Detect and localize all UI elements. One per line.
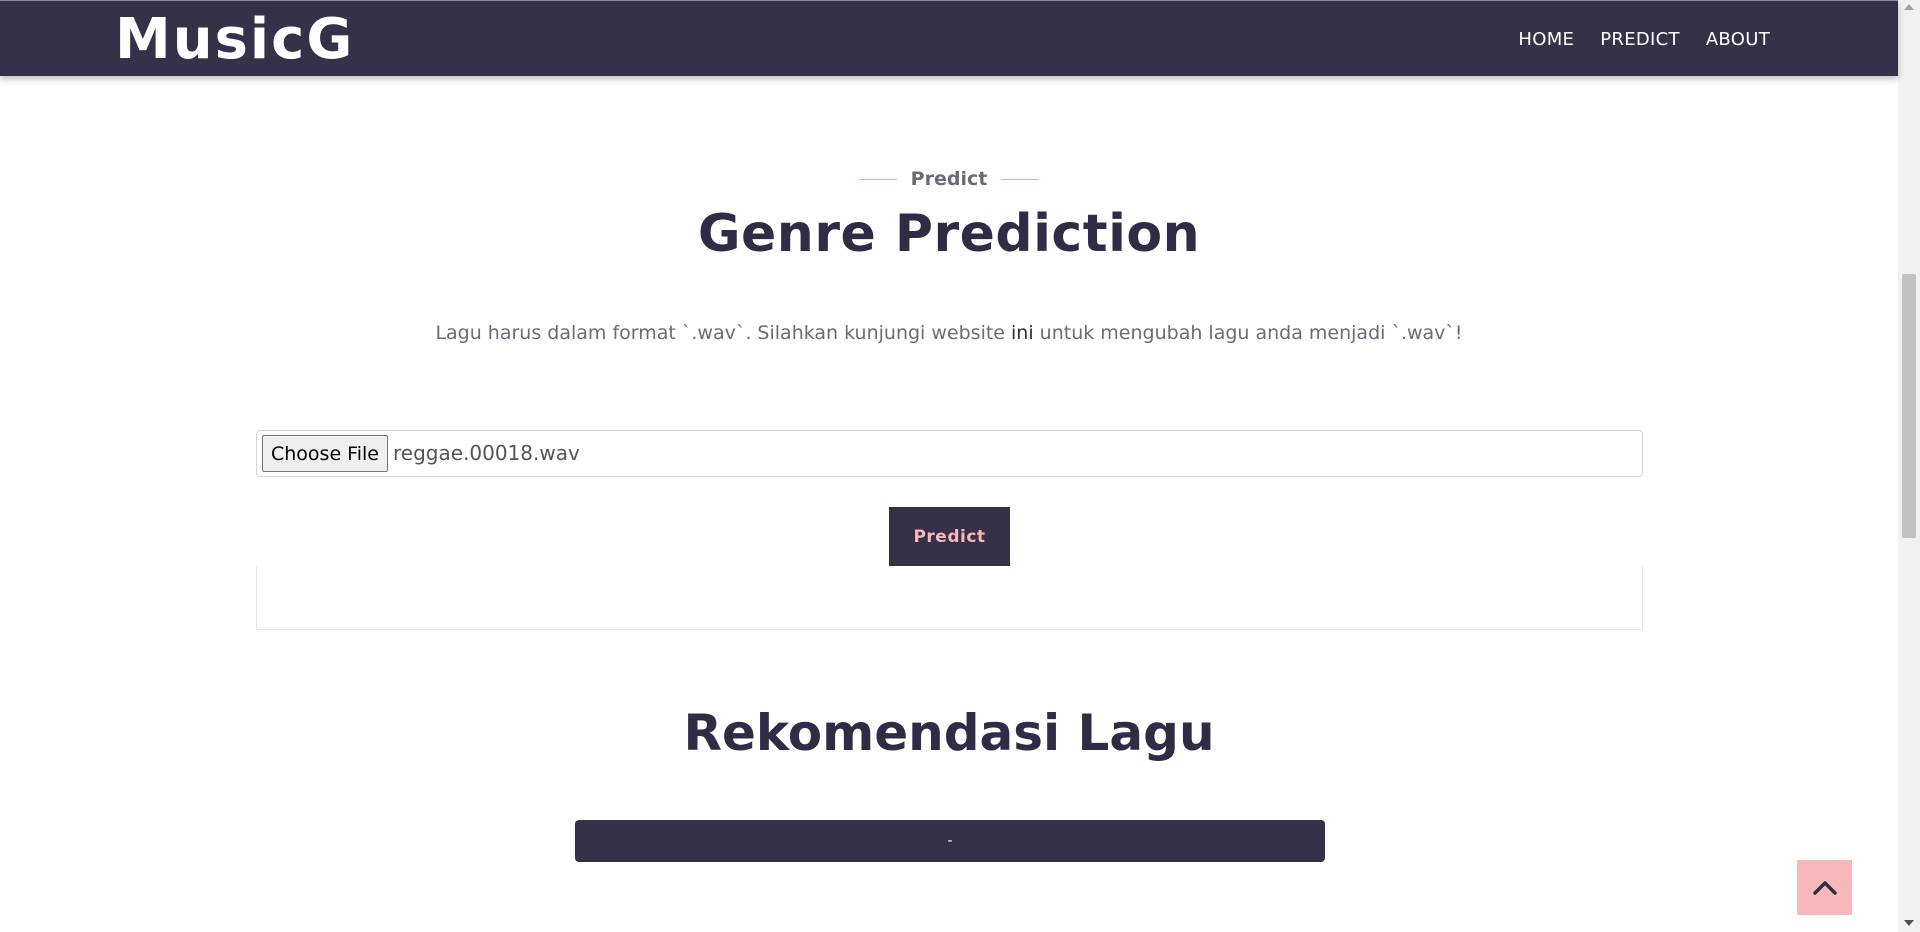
brand-logo[interactable]: MusicG xyxy=(115,7,354,73)
predict-button[interactable]: Predict xyxy=(889,507,1010,566)
nav-about-link[interactable]: ABOUT xyxy=(1706,29,1770,50)
description-text-after: untuk mengubah lagu anda menjadi `.wav`! xyxy=(1033,322,1463,344)
recommendation-item[interactable]: - xyxy=(575,820,1325,862)
selected-file-name: reggae.00018.wav xyxy=(393,441,580,465)
page-scrollbar[interactable] xyxy=(1898,0,1920,932)
scroll-down-arrow-icon[interactable] xyxy=(1904,920,1914,926)
main-nav: HOME PREDICT ABOUT xyxy=(1518,1,1770,77)
section-eyebrow: Predict xyxy=(0,168,1898,190)
top-navbar: MusicG HOME PREDICT ABOUT xyxy=(0,0,1898,76)
scroll-up-arrow-icon[interactable] xyxy=(1904,4,1914,10)
description-text-before: Lagu harus dalam format `.wav`. Silahkan… xyxy=(435,322,1012,344)
chevron-up-icon xyxy=(1812,880,1837,895)
scrollbar-thumb[interactable] xyxy=(1902,274,1916,538)
prediction-result-panel xyxy=(256,566,1643,630)
eyebrow-line-right xyxy=(1001,178,1040,180)
choose-file-button[interactable]: Choose File xyxy=(262,435,388,472)
recommendation-title: Rekomendasi Lagu xyxy=(683,704,1215,762)
nav-predict-link[interactable]: PREDICT xyxy=(1600,29,1680,50)
eyebrow-line-left xyxy=(858,178,897,180)
section-title: Genre Prediction xyxy=(697,204,1201,264)
section-description: Lagu harus dalam format `.wav`. Silahkan… xyxy=(0,322,1898,344)
page: MusicG HOME PREDICT ABOUT Predict Genre … xyxy=(0,0,1920,932)
nav-home-link[interactable]: HOME xyxy=(1518,29,1574,50)
file-upload-field[interactable]: Choose File reggae.00018.wav xyxy=(256,430,1643,477)
eyebrow-text: Predict xyxy=(910,168,988,190)
convert-website-link[interactable]: ini xyxy=(1011,322,1034,344)
back-to-top-button[interactable] xyxy=(1797,860,1852,915)
